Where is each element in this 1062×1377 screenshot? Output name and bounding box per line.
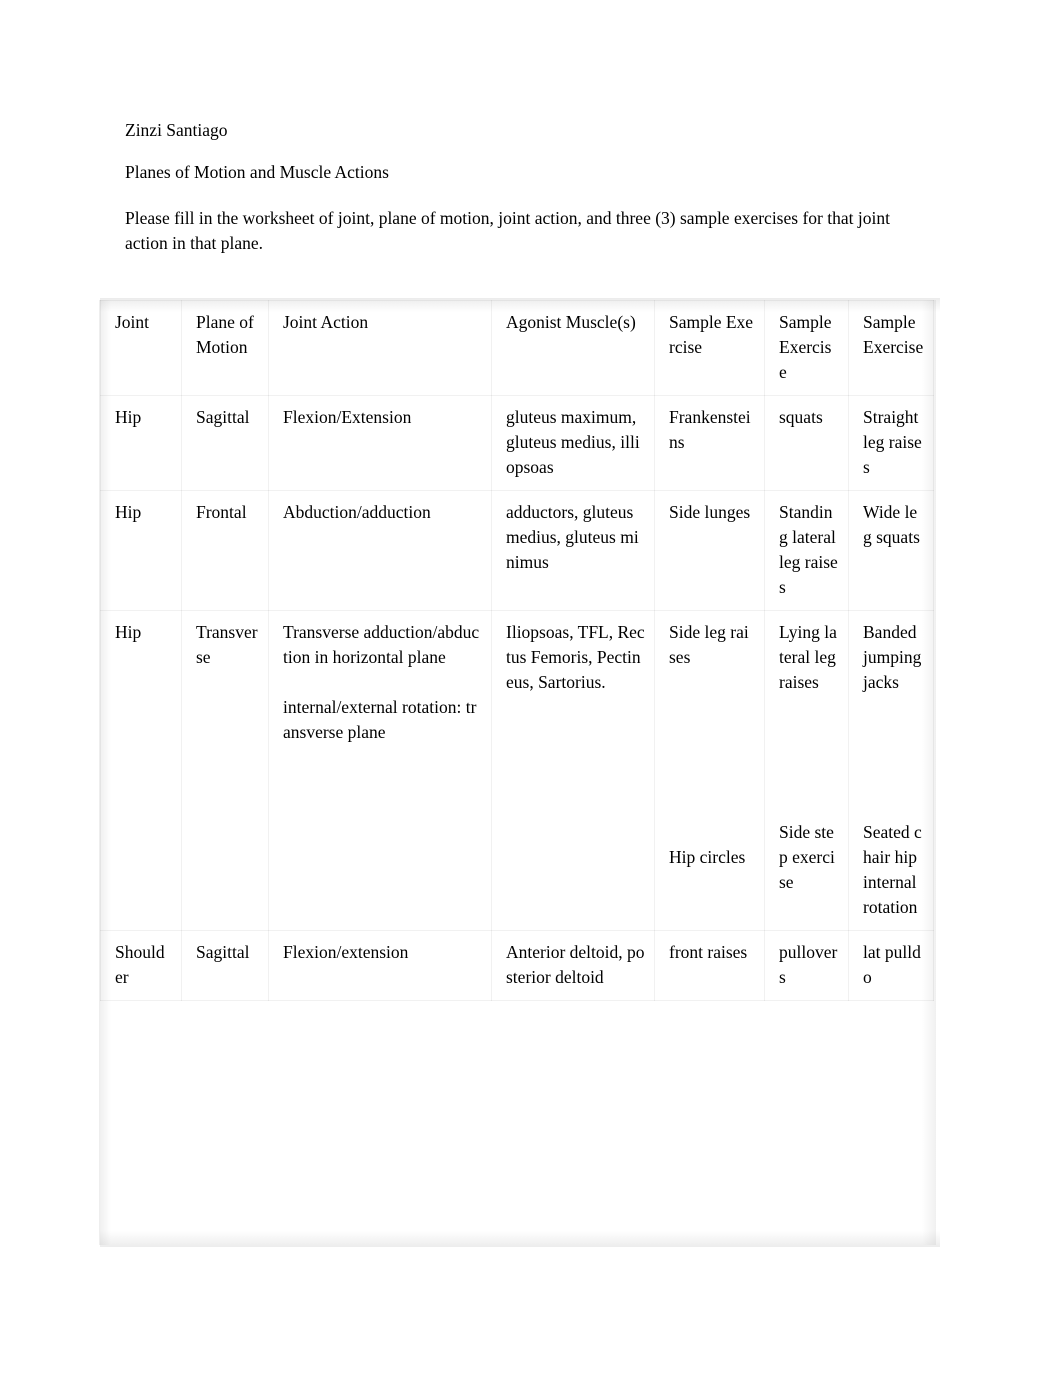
- cell-text: Hip: [115, 502, 142, 522]
- cell-agonist-muscles: Iliopsoas, TFL, Rectus Femoris, Pectineu…: [491, 610, 655, 931]
- cell-sample-exercise-1: Side leg raises Hip circles: [654, 610, 765, 931]
- cell-plane-of-motion: Frontal: [181, 490, 269, 611]
- author-name: Zinzi Santiago: [125, 120, 228, 140]
- cell-text: front raises: [669, 942, 748, 962]
- cell-text: adductors, gluteus medius, gluteus minim…: [506, 502, 639, 572]
- cell-sample-exercise-3: Straight leg raises: [848, 395, 934, 491]
- cell-text-secondary: Hip circles: [669, 847, 746, 867]
- header-cell-agonist-muscles: Agonist Muscle(s): [491, 300, 655, 396]
- cell-joint-action: Transverse adduction/abduction in horizo…: [268, 610, 492, 931]
- table-row: Hip Frontal Abduction/adduction adductor…: [100, 490, 934, 611]
- cell-agonist-muscles: Anterior deltoid, posterior deltoid: [491, 930, 655, 1001]
- header-text: Sample Exercise: [779, 312, 832, 382]
- cell-plane-of-motion: Sagittal: [181, 395, 269, 491]
- cell-joint-action: Flexion/Extension: [268, 395, 492, 491]
- cell-sample-exercise-1: Side lunges: [654, 490, 765, 611]
- table-header-row: Joint Plane of Motion Joint Action Agoni…: [100, 300, 934, 396]
- cell-text: Side lunges: [669, 502, 751, 522]
- cell-text: squats: [779, 407, 823, 427]
- page-title: Planes of Motion and Muscle Actions: [125, 162, 389, 182]
- header-cell-joint-action: Joint Action: [268, 300, 492, 396]
- cell-text: gluteus maximum, gluteus medius, illiops…: [506, 407, 640, 477]
- worksheet-table-wrapper: Joint Plane of Motion Joint Action Agoni…: [100, 300, 940, 1001]
- cell-text: Hip: [115, 407, 142, 427]
- instructions-paragraph: Please fill in the worksheet of joint, p…: [125, 208, 890, 253]
- header-text: Agonist Muscle(s): [506, 312, 636, 332]
- header-cell-sample-exercise-3: Sample Exercise: [848, 300, 934, 396]
- cell-text: Shoulder: [115, 942, 165, 987]
- cell-sample-exercise-2: Lying lateral leg raises Side step exerc…: [764, 610, 849, 931]
- cell-text: Anterior deltoid, posterior deltoid: [506, 942, 645, 987]
- cell-joint-action: Abduction/adduction: [268, 490, 492, 611]
- header-cell-plane-of-motion: Plane of Motion: [181, 300, 269, 396]
- cell-sample-exercise-1: front raises: [654, 930, 765, 1001]
- table-row: Hip Sagittal Flexion/Extension gluteus m…: [100, 395, 934, 491]
- cell-text: Flexion/extension: [283, 942, 409, 962]
- cell-text: Transverse adduction/abduction in horizo…: [283, 622, 480, 667]
- table-row: Shoulder Sagittal Flexion/extension Ante…: [100, 930, 934, 1001]
- cell-text: pullovers: [779, 942, 838, 987]
- cell-sample-exercise-3: lat pulldo: [848, 930, 934, 1001]
- header-text: Joint: [115, 312, 150, 332]
- header-text: Sample Exercise: [669, 312, 754, 357]
- cell-text: Abduction/adduction: [283, 502, 431, 522]
- document-header: Zinzi Santiago Planes of Motion and Musc…: [125, 120, 925, 256]
- cell-text: Banded jumping jacks: [863, 622, 922, 692]
- cell-joint-action: Flexion/extension: [268, 930, 492, 1001]
- header-cell-sample-exercise-1: Sample Exercise: [654, 300, 765, 396]
- cell-text: Wide leg squats: [863, 502, 920, 547]
- cell-sample-exercise-1: Frankensteins: [654, 395, 765, 491]
- cell-text: Flexion/Extension: [283, 407, 412, 427]
- table-row: Hip Transverse Transverse adduction/abdu…: [100, 610, 934, 931]
- cell-sample-exercise-3: Banded jumping jacks Seated chair hip in…: [848, 610, 934, 931]
- cell-agonist-muscles: adductors, gluteus medius, gluteus minim…: [491, 490, 655, 611]
- cell-joint: Hip: [100, 395, 182, 491]
- worksheet-table: Joint Plane of Motion Joint Action Agoni…: [100, 300, 934, 1001]
- cell-plane-of-motion: Sagittal: [181, 930, 269, 1001]
- cell-text: Sagittal: [196, 407, 250, 427]
- cell-joint: Hip: [100, 610, 182, 931]
- cell-joint: Hip: [100, 490, 182, 611]
- cell-text: Side leg raises: [669, 622, 749, 667]
- cell-plane-of-motion: Transverse: [181, 610, 269, 931]
- cell-text-secondary: Seated chair hip internal rotation: [863, 822, 922, 917]
- cell-text: lat pulldo: [863, 942, 921, 987]
- cell-text: Frankensteins: [669, 407, 751, 452]
- header-text: Joint Action: [283, 312, 369, 332]
- cell-text: Sagittal: [196, 942, 250, 962]
- header-text: Plane of Motion: [196, 312, 254, 357]
- header-cell-sample-exercise-2: Sample Exercise: [764, 300, 849, 396]
- cell-sample-exercise-2: pullovers: [764, 930, 849, 1001]
- cell-text: Lying lateral leg raises: [779, 622, 837, 692]
- cell-sample-exercise-3: Wide leg squats: [848, 490, 934, 611]
- cell-agonist-muscles: gluteus maximum, gluteus medius, illiops…: [491, 395, 655, 491]
- cell-joint: Shoulder: [100, 930, 182, 1001]
- cell-text: Frontal: [196, 502, 247, 522]
- cell-sample-exercise-2: Standing lateral leg raises: [764, 490, 849, 611]
- cell-text: Hip: [115, 622, 142, 642]
- cell-sample-exercise-2: squats: [764, 395, 849, 491]
- table-edge-shadow-bottom: [100, 1231, 940, 1247]
- cell-text: Straight leg raises: [863, 407, 922, 477]
- cell-text: Transverse: [196, 622, 258, 667]
- cell-text: Iliopsoas, TFL, Rectus Femoris, Pectineu…: [506, 622, 645, 692]
- cell-text: Standing lateral leg raises: [779, 502, 838, 597]
- cell-text-secondary: Side step exercise: [779, 822, 835, 892]
- document-page: Zinzi Santiago Planes of Motion and Musc…: [0, 0, 1062, 1377]
- header-text: Sample Exercise: [863, 312, 924, 357]
- header-cell-joint: Joint: [100, 300, 182, 396]
- cell-text-secondary: internal/external rotation: transverse p…: [283, 697, 477, 742]
